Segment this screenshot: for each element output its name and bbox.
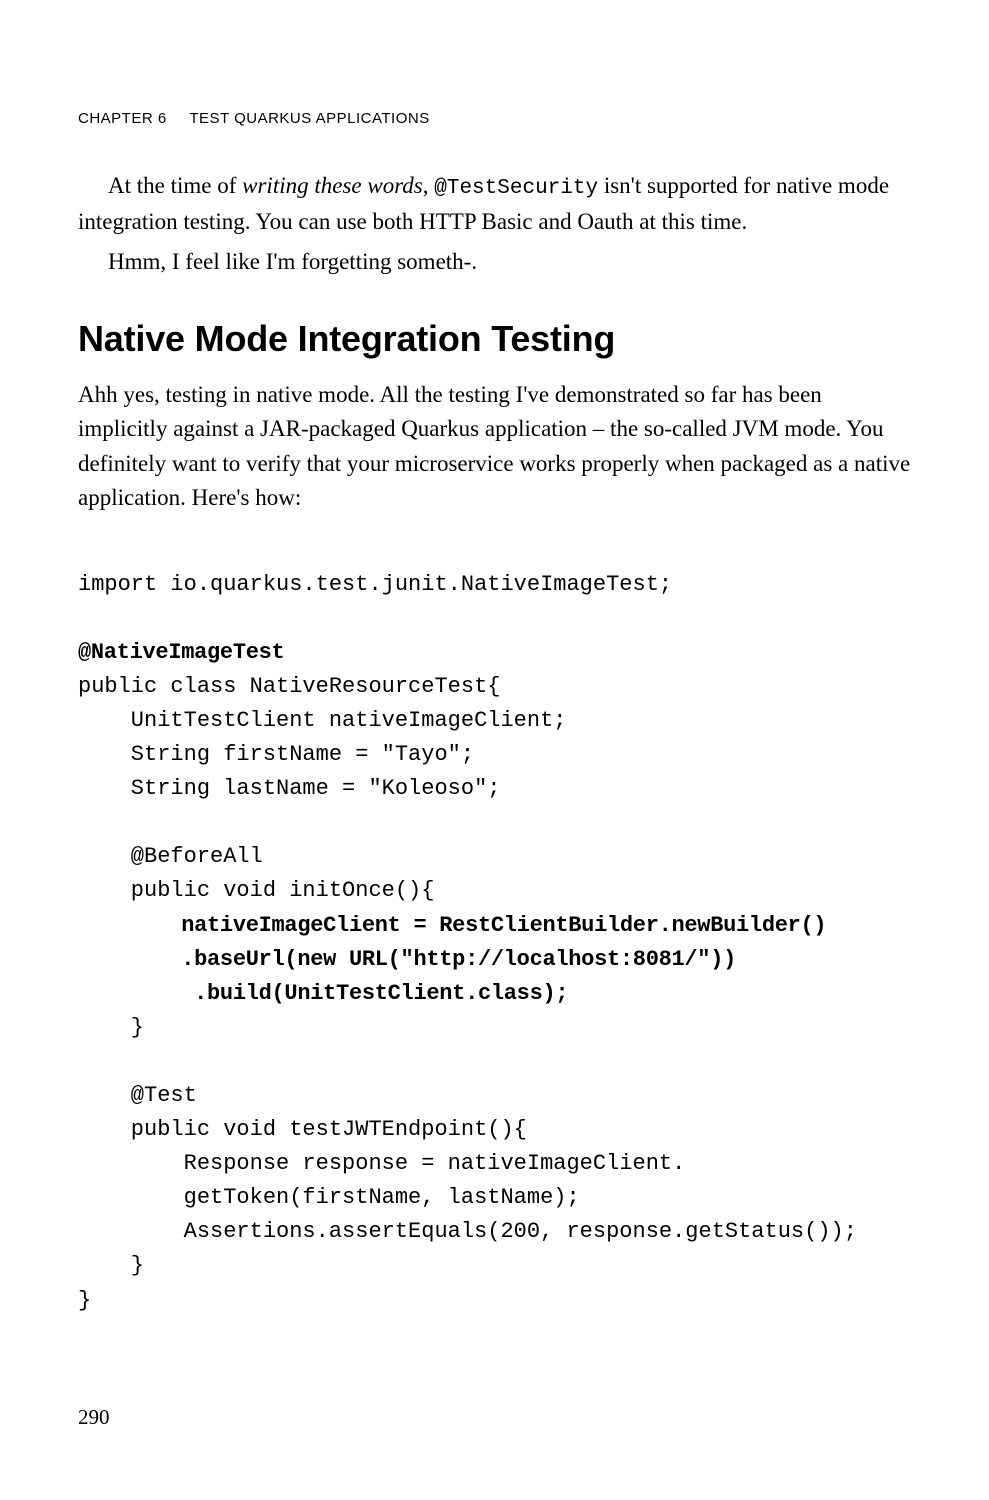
paragraph-3: Ahh yes, testing in native mode. All the…: [78, 378, 911, 516]
chapter-label: Chapter 6: [78, 110, 167, 127]
code-line: @Test: [78, 1083, 197, 1108]
code-line: getToken(firstName, lastName);: [78, 1185, 580, 1210]
page-number: 290: [78, 1405, 110, 1430]
code-line: String firstName = "Tayo";: [78, 742, 474, 767]
code-line: public class NativeResourceTest{: [78, 674, 500, 699]
paragraph-2: Hmm, I feel like I'm forgetting someth-.: [78, 245, 911, 280]
code-line: String lastName = "Koleoso";: [78, 776, 500, 801]
code-line: }: [78, 1015, 144, 1040]
page: Chapter 6 Test Quarkus Applications At t…: [0, 0, 989, 1500]
code-line: @BeforeAll: [78, 844, 263, 869]
code-line: public void testJWTEndpoint(){: [78, 1117, 527, 1142]
running-header: Chapter 6 Test Quarkus Applications: [78, 110, 911, 127]
code-line: Response response = nativeImageClient.: [78, 1151, 685, 1176]
text-run: ,: [423, 173, 435, 198]
section-heading: Native Mode Integration Testing: [78, 318, 911, 360]
code-line: UnitTestClient nativeImageClient;: [78, 708, 566, 733]
code-line: }: [78, 1288, 91, 1313]
code-line: }: [78, 1253, 144, 1278]
text-run: At the time of: [108, 173, 242, 198]
code-line: Assertions.assertEquals(200, response.ge…: [78, 1219, 857, 1244]
code-line: public void initOnce(){: [78, 878, 434, 903]
chapter-title: Test Quarkus Applications: [189, 110, 429, 127]
inline-code: @TestSecurity: [434, 177, 598, 200]
code-block: import io.quarkus.test.junit.NativeImage…: [78, 534, 911, 1318]
code-line-bold: .build(UnitTestClient.class);: [78, 981, 568, 1006]
italic-text: writing these words: [242, 173, 423, 198]
code-line-bold: .baseUrl(new URL("http://localhost:8081/…: [78, 947, 736, 972]
code-line-bold: nativeImageClient = RestClientBuilder.ne…: [78, 913, 826, 938]
code-line-bold: @NativeImageTest: [78, 640, 284, 665]
paragraph-1: At the time of writing these words, @Tes…: [78, 169, 911, 239]
code-line: import io.quarkus.test.junit.NativeImage…: [78, 572, 672, 597]
